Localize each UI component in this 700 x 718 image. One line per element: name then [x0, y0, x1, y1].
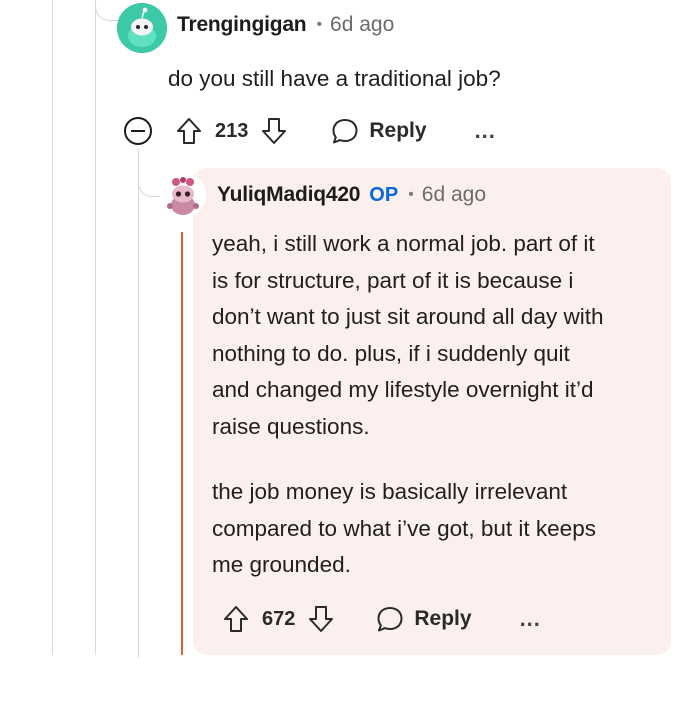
reply-icon[interactable]	[330, 116, 360, 146]
meta-separator: •	[316, 16, 323, 33]
text-line: don’t want to just sit around all day wi…	[212, 304, 604, 329]
reply-timestamp[interactable]: 6d ago	[422, 183, 486, 207]
snoo-avatar-icon	[117, 3, 167, 53]
comment-username[interactable]: Trengingigan	[177, 13, 307, 37]
reply-body-paragraph-2: the job money is basically irrelevant co…	[212, 474, 596, 584]
op-badge: OP	[369, 183, 399, 206]
comment-timestamp[interactable]: 6d ago	[330, 13, 394, 37]
reply-button[interactable]: Reply	[414, 607, 471, 631]
collapse-icon[interactable]	[123, 116, 153, 146]
reply-avatar[interactable]	[160, 172, 206, 218]
upvote-icon[interactable]	[222, 604, 250, 634]
text-line: and changed my lifestyle overnight it’d	[212, 377, 594, 402]
op-accent-bar	[181, 232, 183, 655]
text-line: me grounded.	[212, 552, 351, 577]
thread-line-outer	[52, 0, 53, 655]
thread-connector-top	[95, 0, 118, 21]
upvote-count: 672	[262, 607, 296, 630]
text-line: is for structure, part of it is because …	[212, 267, 574, 293]
more-options-button[interactable]: ...	[475, 120, 496, 142]
downvote-icon[interactable]	[260, 116, 288, 146]
reply-icon[interactable]	[375, 604, 405, 634]
reply-body-paragraph-1: yeah, i still work a normal job. part of…	[212, 226, 603, 445]
reply-actions: 672 Reply ...	[222, 604, 541, 634]
reply-username[interactable]: YuliqMadiq420	[217, 183, 360, 207]
snoo-pink-avatar-icon	[167, 177, 199, 215]
thread-line-comment	[138, 148, 139, 658]
reply-meta: YuliqMadiq420 OP • 6d ago	[217, 183, 486, 207]
text-line: raise questions.	[212, 413, 370, 439]
thread-line-inner	[95, 0, 96, 655]
avatar[interactable]	[117, 3, 167, 53]
upvote-count: 213	[215, 119, 249, 142]
text-line: the job money is basically irrelevant	[212, 479, 568, 504]
text-line: yeah, i still work a normal job. part of…	[212, 231, 595, 256]
upvote-icon[interactable]	[175, 116, 203, 146]
more-options-button[interactable]: ...	[520, 608, 541, 630]
reply-button[interactable]: Reply	[369, 119, 426, 143]
downvote-icon[interactable]	[307, 604, 335, 634]
text-line: nothing to do. plus, if i suddenly quit	[212, 340, 570, 366]
text-line: compared to what i’ve got, but it keeps	[212, 515, 596, 541]
comment-actions: 213 Reply ...	[123, 116, 496, 146]
meta-separator: •	[408, 186, 414, 203]
comment-meta: Trengingigan • 6d ago	[177, 13, 394, 37]
comment-body: do you still have a traditional job?	[168, 66, 501, 91]
